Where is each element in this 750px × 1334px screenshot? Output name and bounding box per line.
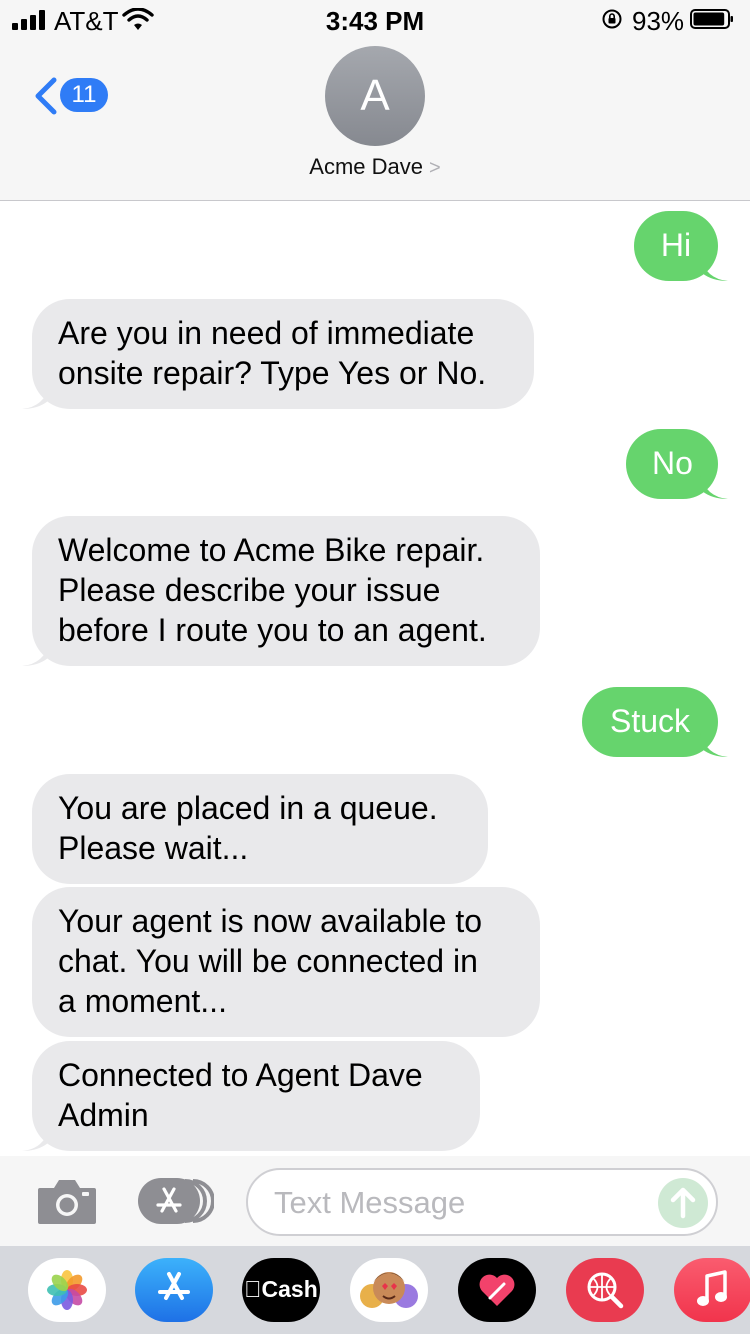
photos-app-button[interactable]	[28, 1258, 106, 1322]
web-search-icon	[587, 1272, 624, 1309]
camera-icon[interactable]	[36, 1176, 98, 1226]
send-button[interactable]	[658, 1178, 708, 1228]
orientation-lock-icon	[602, 9, 622, 29]
digital-touch-icon	[479, 1274, 515, 1306]
music-button[interactable]	[674, 1258, 750, 1322]
message-bubble-incoming[interactable]: Are you in need of immediate onsite repa…	[32, 299, 534, 409]
chevron-left-icon	[35, 77, 57, 115]
message-bubble-outgoing[interactable]: Stuck	[582, 687, 718, 757]
bubble-tail	[22, 1127, 50, 1151]
bubble-tail	[700, 257, 728, 281]
bubble-tail	[22, 385, 50, 409]
battery-percent: 93%	[632, 6, 685, 36]
unread-count-badge: 11	[60, 78, 108, 112]
message-bubble-incoming[interactable]: You are placed in a queue. Please wait..…	[32, 774, 488, 884]
app-store-icon	[158, 1272, 190, 1300]
bubble-tail	[700, 733, 728, 757]
app-store-button[interactable]	[135, 1258, 213, 1322]
music-icon	[697, 1270, 727, 1306]
message-bubble-incoming[interactable]: Connected to Agent Dave Admin	[32, 1041, 480, 1151]
app-store-toggle-icon[interactable]	[138, 1178, 214, 1224]
back-button[interactable]: 11	[30, 70, 112, 120]
message-input-container[interactable]	[246, 1168, 718, 1236]
imessage-app-drawer: Cash	[0, 1246, 750, 1334]
status-bar: AT&T 3:43 PM 93%	[0, 0, 750, 40]
arrow-up-icon	[670, 1187, 696, 1219]
memoji-button[interactable]	[350, 1258, 428, 1322]
message-bubble-incoming[interactable]: Welcome to Acme Bike repair. Please desc…	[32, 516, 540, 666]
digital-touch-button[interactable]	[458, 1258, 536, 1322]
memoji-icon	[360, 1272, 418, 1308]
message-thread[interactable]: Hi Are you in need of immediate onsite r…	[0, 201, 750, 1156]
conversation-header: 11 A Acme Dave >	[0, 40, 750, 201]
bubble-tail	[700, 475, 728, 499]
message-input[interactable]	[272, 1180, 646, 1226]
apple-cash-button[interactable]: Cash	[242, 1258, 320, 1322]
compose-bar	[0, 1156, 750, 1246]
message-bubble-incoming[interactable]: Your agent is now available to chat. You…	[32, 887, 540, 1037]
contact-avatar[interactable]: A	[325, 46, 425, 146]
battery-icon	[690, 9, 733, 29]
contact-name: Acme Dave	[309, 154, 424, 179]
bubble-tail	[22, 642, 50, 666]
web-search-button[interactable]	[566, 1258, 644, 1322]
chevron-right-icon: >	[429, 157, 441, 179]
photos-icon	[47, 1270, 87, 1310]
contact-name-button[interactable]: Acme Dave >	[0, 154, 750, 180]
apple-cash-icon: Cash	[244, 1276, 318, 1302]
